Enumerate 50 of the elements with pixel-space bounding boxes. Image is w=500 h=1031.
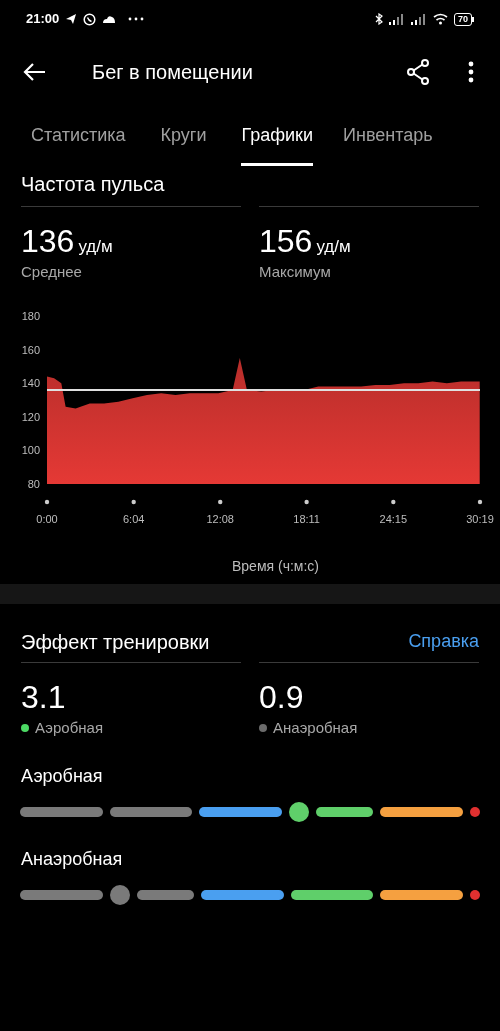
tab[interactable]: Инвентарь [343,122,433,166]
wifi-icon [433,13,448,25]
axis-tick-label: 18:11 [293,512,320,525]
metric-value: 136 [21,222,75,261]
cell-signal-icon [411,13,427,25]
axis-tick-label: 120 [21,410,40,423]
tab[interactable]: Статистика [31,122,126,166]
section-title: Эффект тренировки [21,629,210,655]
metric-value: 0.9 [259,677,304,717]
axis-tick-label: 80 [27,477,40,490]
axis-tick-label: 160 [21,343,40,356]
menu-icon[interactable] [468,61,474,83]
scale-label: Аэробная [20,765,104,788]
screen-title: Бег в помещении [92,60,254,85]
axis-title: Время (ч:м:с) [232,557,319,574]
axis-tick-label: 100 [21,443,40,456]
tick-dot [477,499,483,504]
axis-tick-label: 0:00 [36,512,58,525]
back-icon[interactable] [22,62,46,82]
cloud-icon [102,14,117,24]
tick-dot [44,499,50,504]
cell-signal-icon [389,13,405,25]
tick-dot [131,499,136,504]
scale-label: Анаэробная [20,848,124,871]
metric-label: Среднее [21,262,82,282]
bluetooth-icon [375,13,383,25]
metric-value: 156 [259,222,313,261]
send-icon [65,13,78,25]
help-link[interactable]: Справка [408,628,479,655]
metric-label: Анаэробная [273,717,358,738]
tick-dot [391,499,396,504]
tab[interactable]: Графики [241,122,314,166]
more-icon [128,17,145,21]
axis-tick-label: 180 [21,309,40,322]
metric-unit: уд/м [78,236,113,258]
metric-unit: уд/м [316,236,351,258]
tick-dot [304,499,309,504]
metric-label: Аэробная [35,717,103,738]
tab[interactable]: Круги [160,122,207,166]
section-title: Частота пульса [20,172,166,197]
axis-tick-label: 30:19 [466,512,494,525]
axis-tick-label: 6:04 [122,512,145,525]
axis-tick-label: 12:08 [206,512,234,525]
share-icon[interactable] [406,59,430,85]
axis-tick-label: 140 [21,376,40,389]
metric-label: Максимум [259,262,331,282]
tick-dot [218,499,223,504]
status-time: 21:00 [26,10,60,29]
metric-value: 3.1 [21,677,66,717]
axis-tick-label: 24:15 [379,512,408,525]
